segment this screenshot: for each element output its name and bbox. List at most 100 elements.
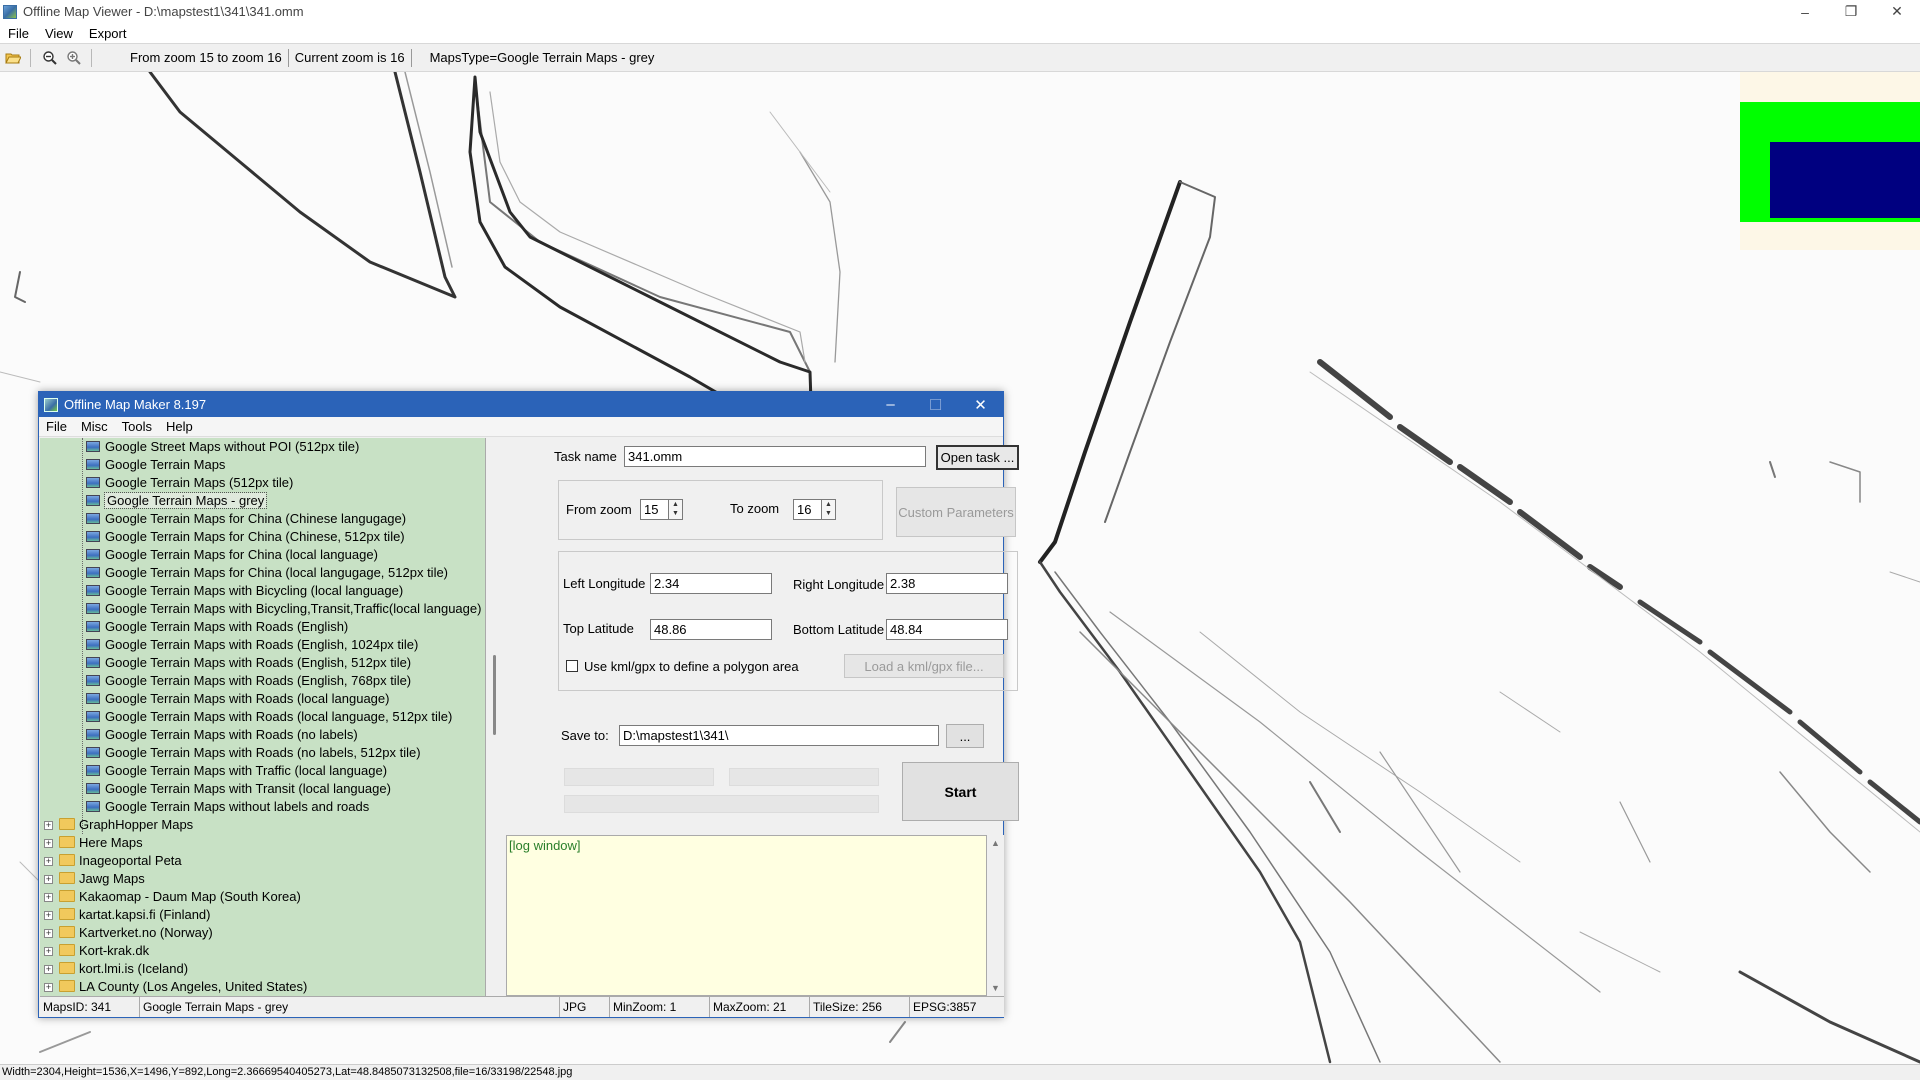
tree-leaf-label: Google Terrain Maps with Roads (no label… xyxy=(105,745,421,760)
tree-leaf-label: Google Terrain Maps with Bicycling,Trans… xyxy=(105,601,482,616)
tree-leaf-item[interactable]: Google Terrain Maps with Roads (English,… xyxy=(40,636,485,654)
dialog-menu-help[interactable]: Help xyxy=(159,419,200,434)
map-tile-icon xyxy=(86,621,100,632)
dialog-close-icon[interactable]: ✕ xyxy=(958,392,1003,417)
tree-leaf-item[interactable]: Google Terrain Maps (512px tile) xyxy=(40,474,485,492)
map-tile-icon xyxy=(86,693,100,704)
tree-leaf-label: Google Terrain Maps with Roads (English,… xyxy=(105,655,412,670)
tree-leaf-item[interactable]: Google Terrain Maps with Bicycling,Trans… xyxy=(40,600,485,618)
top-latitude-input[interactable]: 48.86 xyxy=(650,619,772,640)
from-zoom-spinner[interactable]: ▲ ▼ xyxy=(669,499,683,520)
status-maps-id: MapsID: 341 xyxy=(40,997,140,1017)
expand-icon[interactable]: + xyxy=(44,983,53,992)
tree-leaf-item[interactable]: Google Terrain Maps with Traffic (local … xyxy=(40,762,485,780)
tree-leaf-label: Google Terrain Maps with Transit (local … xyxy=(105,781,391,796)
dialog-menu-misc[interactable]: Misc xyxy=(74,419,115,434)
tree-leaf-label: Google Terrain Maps with Traffic (local … xyxy=(105,763,388,778)
tree-leaf-item[interactable]: Google Street Maps without POI (512px ti… xyxy=(40,438,485,456)
tree-leaf-label: Google Terrain Maps with Roads (English,… xyxy=(105,637,419,652)
restore-icon[interactable]: ❐ xyxy=(1828,0,1874,23)
tree-folder-item[interactable]: + kartat.kapsi.fi (Finland) xyxy=(40,906,485,924)
zoom-in-icon[interactable] xyxy=(63,47,85,69)
expand-icon[interactable]: + xyxy=(44,875,53,884)
dialog-maximize-icon[interactable]: ☐ xyxy=(913,392,958,417)
tree-leaf-item[interactable]: Google Terrain Maps with Roads (no label… xyxy=(40,744,485,762)
custom-parameters-button[interactable]: Custom Parameters xyxy=(896,487,1016,537)
tree-folder-item[interactable]: + GraphHopper Maps xyxy=(40,816,485,834)
menu-view[interactable]: View xyxy=(37,26,81,41)
from-zoom-label: From zoom xyxy=(566,502,632,517)
map-type-tree[interactable]: Google Street Maps without POI (512px ti… xyxy=(40,438,486,996)
tree-leaf-item[interactable]: Google Terrain Maps without labels and r… xyxy=(40,798,485,816)
tree-folder-item[interactable]: + Kakaomap - Daum Map (South Korea) xyxy=(40,888,485,906)
tree-leaf-item[interactable]: Google Terrain Maps - grey xyxy=(40,492,485,510)
map-tile-icon xyxy=(86,567,100,578)
tree-folder-label: LA County (Los Angeles, United States) xyxy=(79,979,308,994)
minimize-icon[interactable]: – xyxy=(1782,0,1828,23)
bottom-latitude-input[interactable]: 48.84 xyxy=(886,619,1008,640)
tree-leaf-item[interactable]: Google Terrain Maps with Roads (English) xyxy=(40,618,485,636)
load-kml-button[interactable]: Load a kml/gpx file... xyxy=(844,654,1004,678)
tree-leaf-item[interactable]: Google Terrain Maps xyxy=(40,456,485,474)
log-window[interactable]: [log window] xyxy=(506,835,987,996)
tree-folder-item[interactable]: + Kort-krak.dk xyxy=(40,942,485,960)
expand-icon[interactable]: + xyxy=(44,857,53,866)
folder-icon xyxy=(59,908,75,920)
left-longitude-input[interactable]: 2.34 xyxy=(650,573,772,594)
expand-icon[interactable]: + xyxy=(44,911,53,920)
tree-leaf-item[interactable]: Google Terrain Maps with Roads (English,… xyxy=(40,672,485,690)
tree-leaf-label: Google Terrain Maps with Roads (English,… xyxy=(105,673,412,688)
expand-icon[interactable]: + xyxy=(44,821,53,830)
tree-folder-item[interactable]: + Inageoportal Peta xyxy=(40,852,485,870)
open-folder-icon[interactable] xyxy=(2,47,24,69)
tree-leaf-label: Google Terrain Maps for China (Chinese, … xyxy=(105,529,405,544)
dialog-menu-file[interactable]: File xyxy=(39,419,74,434)
tree-leaf-item[interactable]: Google Terrain Maps for China (local lan… xyxy=(40,564,485,582)
tree-leaf-item[interactable]: Google Terrain Maps for China (local lan… xyxy=(40,546,485,564)
tree-folder-item[interactable]: + LA County (Los Angeles, United States) xyxy=(40,978,485,996)
right-longitude-input[interactable]: 2.38 xyxy=(886,573,1008,594)
map-tile-icon xyxy=(86,657,100,668)
to-zoom-input[interactable]: 16 xyxy=(793,499,822,520)
from-zoom-input[interactable]: 15 xyxy=(640,499,669,520)
expand-icon[interactable]: + xyxy=(44,929,53,938)
menu-file[interactable]: File xyxy=(0,26,37,41)
scroll-down-icon[interactable]: ▼ xyxy=(991,983,1000,993)
start-button[interactable]: Start xyxy=(902,762,1019,821)
tree-leaf-item[interactable]: Google Terrain Maps for China (Chinese, … xyxy=(40,528,485,546)
use-kml-checkbox[interactable] xyxy=(566,660,578,672)
open-task-button[interactable]: Open task ... xyxy=(936,445,1019,470)
scroll-up-icon[interactable]: ▲ xyxy=(991,838,1000,848)
expand-icon[interactable]: + xyxy=(44,947,53,956)
folder-icon xyxy=(59,818,75,830)
save-to-input[interactable]: D:\mapstest1\341\ xyxy=(619,725,939,746)
overview-viewport[interactable] xyxy=(1770,142,1920,218)
dialog-minimize-icon[interactable]: – xyxy=(868,392,913,417)
task-name-input[interactable]: 341.omm xyxy=(624,446,926,467)
dialog-menu-tools[interactable]: Tools xyxy=(115,419,159,434)
tree-leaf-item[interactable]: Google Terrain Maps with Transit (local … xyxy=(40,780,485,798)
tree-leaf-item[interactable]: Google Terrain Maps with Roads (English,… xyxy=(40,654,485,672)
tree-folder-item[interactable]: + Here Maps xyxy=(40,834,485,852)
expand-icon[interactable]: + xyxy=(44,839,53,848)
tree-leaf-item[interactable]: Google Terrain Maps with Roads (local la… xyxy=(40,690,485,708)
tree-leaf-item[interactable]: Google Terrain Maps with Bicycling (loca… xyxy=(40,582,485,600)
tree-leaf-item[interactable]: Google Terrain Maps for China (Chinese l… xyxy=(40,510,485,528)
expand-icon[interactable]: + xyxy=(44,965,53,974)
menu-export[interactable]: Export xyxy=(81,26,135,41)
to-zoom-spinner[interactable]: ▲ ▼ xyxy=(822,499,836,520)
tree-scrollbar[interactable] xyxy=(486,438,503,996)
tree-leaf-item[interactable]: Google Terrain Maps with Roads (no label… xyxy=(40,726,485,744)
tree-leaf-item[interactable]: Google Terrain Maps with Roads (local la… xyxy=(40,708,485,726)
close-icon[interactable]: ✕ xyxy=(1874,0,1920,23)
zoom-out-icon[interactable] xyxy=(39,47,61,69)
map-tile-icon xyxy=(86,531,100,542)
tree-folder-item[interactable]: + Kartverket.no (Norway) xyxy=(40,924,485,942)
browse-button[interactable]: ... xyxy=(946,724,984,748)
tree-folder-item[interactable]: + Jawg Maps xyxy=(40,870,485,888)
tree-folder-item[interactable]: + kort.lmi.is (Iceland) xyxy=(40,960,485,978)
tree-scroll-thumb[interactable] xyxy=(493,655,496,735)
log-scrollbar[interactable]: ▲ ▼ xyxy=(987,835,1004,996)
expand-icon[interactable]: + xyxy=(44,893,53,902)
task-name-label: Task name xyxy=(554,449,617,464)
